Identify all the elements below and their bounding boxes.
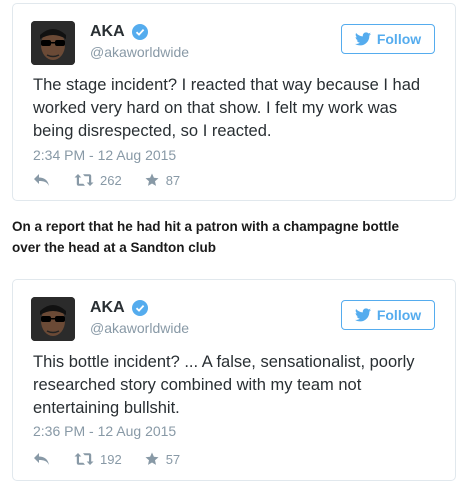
favorite-count: 87	[165, 172, 181, 188]
tweet-card: AKA @akaworldwide Follow This bottle inc…	[12, 279, 456, 481]
star-icon	[145, 452, 159, 465]
verified-badge-icon	[132, 300, 148, 316]
avatar[interactable]	[31, 21, 75, 65]
tweet-text: This bottle incident? ... A false, sensa…	[33, 351, 433, 420]
favorite-count: 57	[165, 451, 181, 467]
tweet-text-line: worked very hard on that show. I felt my…	[33, 99, 398, 117]
author-name[interactable]: AKA	[90, 299, 125, 317]
reply-icon[interactable]	[33, 173, 50, 187]
retweet-count: 192	[100, 451, 122, 467]
retweet-button[interactable]: 262	[74, 173, 122, 188]
favorite-button[interactable]: 87	[145, 173, 180, 188]
caption: On a report that he had hit a patron wit…	[12, 216, 452, 258]
retweet-icon	[74, 174, 94, 186]
tweet-actions: 192 57	[33, 450, 180, 468]
follow-label: Follow	[376, 307, 422, 323]
tweet-text-line: researched story combined with my team n…	[33, 376, 362, 394]
tweet-actions: 262 87	[33, 171, 180, 189]
tweet-text-line: entertaining bullshit.	[33, 399, 180, 417]
retweet-count: 262	[100, 172, 122, 188]
caption-line: On a report that he had hit a patron wit…	[12, 219, 400, 234]
author-handle[interactable]: @akaworldwide	[90, 44, 189, 60]
reply-icon[interactable]	[33, 452, 50, 466]
favorite-button[interactable]: 57	[145, 452, 180, 467]
follow-label: Follow	[376, 31, 422, 47]
twitter-bird-icon	[354, 32, 371, 46]
avatar[interactable]	[31, 297, 75, 341]
caption-line: over the head at a Sandton club	[12, 240, 217, 255]
tweet-text: The stage incident? I reacted that way b…	[33, 74, 433, 143]
tweet-card: AKA @akaworldwide Follow The stage incid…	[12, 3, 456, 201]
follow-button[interactable]: Follow	[341, 24, 435, 54]
follow-button[interactable]: Follow	[341, 300, 435, 330]
tweet-timestamp[interactable]: 2:34 PM - 12 Aug 2015	[33, 147, 176, 163]
verified-badge-icon	[132, 24, 148, 40]
tweet-timestamp[interactable]: 2:36 PM - 12 Aug 2015	[33, 423, 176, 439]
retweet-icon	[74, 453, 94, 465]
tweet-text-line: being disrespected, so I reacted.	[33, 122, 272, 140]
star-icon	[145, 173, 159, 186]
retweet-button[interactable]: 192	[74, 452, 122, 467]
twitter-bird-icon	[354, 308, 371, 322]
author-name[interactable]: AKA	[90, 23, 125, 41]
author-handle[interactable]: @akaworldwide	[90, 320, 189, 336]
tweet-text-line: The stage incident? I reacted that way b…	[33, 76, 421, 94]
tweet-text-line: This bottle incident? ... A false, sensa…	[33, 353, 415, 371]
